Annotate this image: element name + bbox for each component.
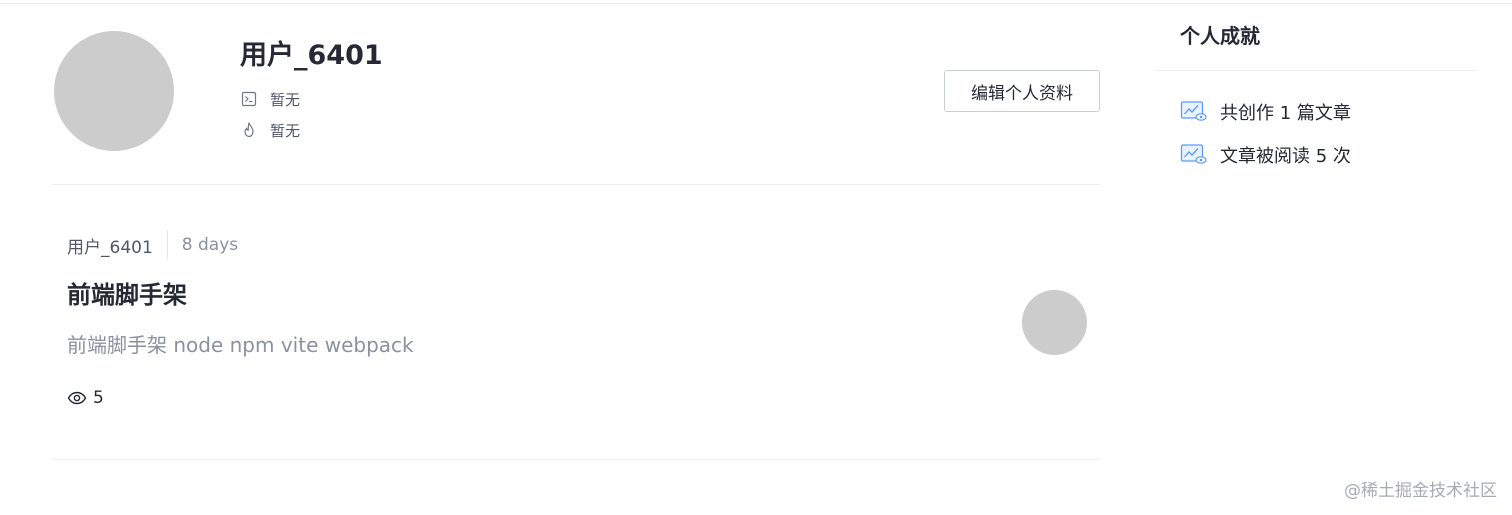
stat-articles-read: 文章被阅读 5 次 (1180, 141, 1351, 169)
description-row: 暂无 (240, 119, 300, 141)
read-stats-icon (1180, 143, 1208, 167)
profile-header: 用户_6401 暂无 暂无 编辑个人资料 (52, 4, 1100, 185)
achievements-title: 个人成就 (1180, 24, 1260, 48)
job-title-row: 暂无 (240, 88, 300, 110)
article-meta: 用户_6401 8 days (67, 230, 238, 260)
user-profile-page: 用户_6401 暂无 暂无 编辑个人资料 用户_6401 8 days 前端脚手… (0, 0, 1512, 515)
article-views: 5 (67, 387, 104, 409)
article-summary[interactable]: 前端脚手架 node npm vite webpack (67, 330, 414, 360)
view-count: 5 (93, 388, 104, 408)
stat-label: 共创作 1 篇文章 (1220, 103, 1351, 124)
job-title-text: 暂无 (270, 90, 301, 109)
stat-label: 文章被阅读 5 次 (1220, 146, 1351, 167)
description-text: 暂无 (270, 121, 301, 140)
article-thumbnail[interactable] (1022, 290, 1087, 355)
flame-icon (240, 121, 258, 139)
edit-profile-button[interactable]: 编辑个人资料 (944, 70, 1100, 112)
avatar[interactable] (54, 31, 174, 151)
article-stats-icon (1180, 100, 1208, 124)
achievements-divider (1155, 70, 1477, 71)
eye-icon (67, 391, 87, 405)
achievements-panel: 个人成就 共创作 1 篇文章 文章被阅读 5 次 (1155, 4, 1477, 234)
terminal-icon (240, 90, 258, 108)
article-author[interactable]: 用户_6401 (67, 233, 167, 258)
article-title[interactable]: 前端脚手架 (67, 277, 187, 313)
stat-articles-created: 共创作 1 篇文章 (1180, 98, 1351, 126)
meta-divider (166, 230, 168, 260)
profile-username: 用户_6401 (240, 40, 383, 71)
article-list-item[interactable]: 用户_6401 8 days 前端脚手架 前端脚手架 node npm vite… (52, 185, 1100, 460)
watermark: @稀土掘金技术社区 (1344, 481, 1497, 501)
article-date: 8 days (181, 235, 239, 255)
